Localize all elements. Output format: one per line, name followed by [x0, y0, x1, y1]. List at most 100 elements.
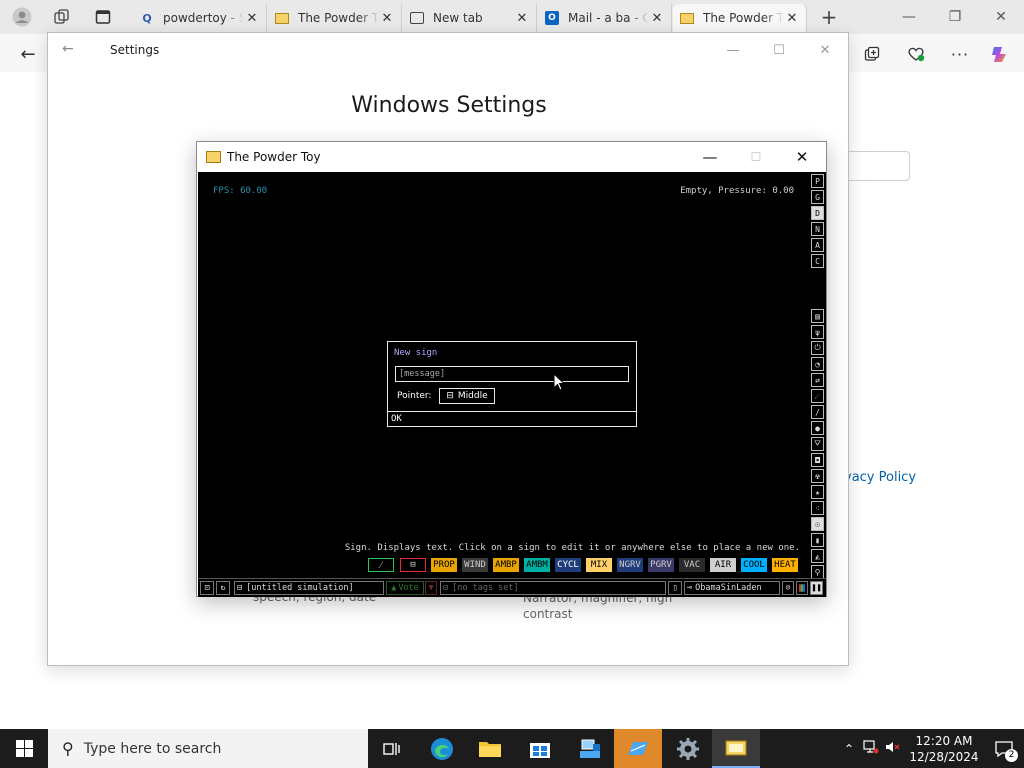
network-app-icon[interactable] [566, 729, 614, 768]
open-save-icon[interactable]: ⊡ [200, 581, 214, 595]
pause-button[interactable]: ❚❚ [810, 581, 823, 595]
profile-icon[interactable] [10, 5, 34, 29]
settings-icon[interactable]: ⊘ [782, 581, 794, 595]
ok-button[interactable]: OK [388, 411, 636, 427]
restore-button[interactable]: ❐ [932, 4, 978, 30]
element-button-air[interactable]: AIR [710, 558, 736, 572]
element-button-ambm[interactable]: AMBM [524, 558, 550, 572]
special-category-icon[interactable]: ★ [811, 485, 824, 499]
close-tab-icon[interactable]: ✕ [649, 11, 665, 26]
edge-icon[interactable] [418, 729, 466, 768]
tools-category-icon[interactable]: ☉ [811, 517, 824, 531]
start-button[interactable] [0, 729, 48, 768]
file-explorer-icon[interactable] [466, 729, 514, 768]
reload-icon[interactable]: ↻ [216, 581, 230, 595]
tab-powdertoy-search[interactable]: Q powdertoy - S ✕ [133, 4, 267, 32]
debug-display-button[interactable]: D [811, 206, 824, 220]
background-search-field[interactable] [846, 151, 910, 181]
tab-new-tab[interactable]: New tab ✕ [403, 4, 537, 32]
force-category-icon[interactable]: ⇄ [811, 373, 824, 387]
clock-date: 12/28/2024 [909, 749, 979, 764]
explosives-category-icon[interactable]: ☄ [811, 389, 824, 403]
notification-center-icon[interactable]: 2 [984, 740, 1024, 762]
clear-simulation-icon[interactable]: ▯ [668, 581, 682, 595]
minimize-button[interactable]: — [886, 4, 932, 30]
workspaces-icon[interactable] [50, 5, 74, 29]
pressure-display-button[interactable]: P [811, 174, 824, 188]
color-display-button[interactable]: C [811, 254, 824, 268]
close-tab-icon[interactable]: ✕ [784, 11, 800, 26]
task-view-icon[interactable] [368, 729, 416, 768]
element-button-cool[interactable]: COOL [741, 558, 767, 572]
back-arrow-icon[interactable]: ← [62, 41, 74, 57]
element-button-ngrv[interactable]: NGRV [617, 558, 643, 572]
element-button-wind[interactable]: WIND [462, 558, 488, 572]
solids-category-icon[interactable]: ◘ [811, 453, 824, 467]
settings-minimize-button[interactable]: — [710, 37, 756, 63]
element-button-mix[interactable]: MIX [586, 558, 612, 572]
collections-icon[interactable] [858, 40, 886, 68]
more-options-icon[interactable]: ··· [946, 40, 974, 68]
search-icon[interactable]: ⚲ [811, 565, 824, 579]
tab-actions-icon[interactable] [91, 5, 115, 29]
close-tab-icon[interactable]: ✕ [244, 11, 260, 26]
pointer-dropdown[interactable]: ⊟ Middle [439, 388, 495, 404]
element-button-vac[interactable]: VAC [679, 558, 705, 572]
ptoy-minimize-button[interactable]: — [687, 144, 733, 170]
pinned-app-icon[interactable] [614, 729, 662, 768]
electronics-category-icon[interactable]: ψ [811, 325, 824, 339]
vote-up-button[interactable]: ▲ Vote [386, 581, 424, 595]
powder-toy-taskbar-icon[interactable] [712, 729, 760, 768]
network-icon[interactable] [860, 740, 882, 757]
copilot-icon[interactable] [986, 40, 1014, 68]
wind-tool-icon[interactable]: ⁄ [368, 558, 394, 572]
clock[interactable]: 12:20 AM 12/28/2024 [904, 733, 984, 765]
sign-tool-icon[interactable]: ⊟ [400, 558, 426, 572]
settings-gear-icon[interactable] [664, 729, 712, 768]
volume-muted-icon[interactable] [882, 740, 904, 757]
sign-message-input[interactable]: [message] [395, 366, 629, 382]
vote-down-button[interactable]: ▼ [425, 581, 437, 595]
tool-hint-text: Sign. Displays text. Click on a sign to … [344, 543, 800, 553]
store-icon[interactable] [516, 729, 564, 768]
tags-button[interactable]: ⊟ [no tags set] [440, 581, 666, 595]
element-button-cycl[interactable]: CYCL [555, 558, 581, 572]
tab-mail[interactable]: O Mail - a ba - O ✕ [538, 4, 672, 32]
new-tab-button[interactable]: + [817, 5, 841, 29]
close-tab-icon[interactable]: ✕ [514, 11, 530, 26]
simulation-canvas[interactable]: FPS: 60.00 Empty, Pressure: 0.00 P G D N… [198, 172, 826, 597]
close-tab-icon[interactable]: ✕ [379, 11, 395, 26]
settings-close-button[interactable]: ✕ [802, 37, 848, 63]
element-button-pgrv[interactable]: PGRV [648, 558, 674, 572]
gases-category-icon[interactable]: ∕ [811, 405, 824, 419]
login-button[interactable]: ⊸ ObamaSinLaden [684, 581, 780, 595]
radioactive-category-icon[interactable]: ☢ [811, 469, 824, 483]
chevron-up-icon[interactable]: ⌃ [838, 742, 860, 756]
settings-maximize-button[interactable]: ☐ [756, 37, 802, 63]
element-button-prop[interactable]: PROP [431, 558, 457, 572]
powders-category-icon[interactable]: ⛛ [811, 437, 824, 451]
sensors-category-icon[interactable]: ◔ [811, 357, 824, 371]
browser-essentials-icon[interactable] [902, 40, 930, 68]
privacy-policy-link[interactable]: vacy Policy [844, 470, 916, 485]
close-browser-button[interactable]: ✕ [978, 4, 1024, 30]
renderer-icon[interactable] [796, 581, 808, 595]
favorites-category-icon[interactable]: ▮ [811, 533, 824, 547]
save-simulation-button[interactable]: ⊟ [untitled simulation] [234, 581, 384, 595]
gravity-display-button[interactable]: G [811, 190, 824, 204]
element-button-ambp[interactable]: AMBP [493, 558, 519, 572]
ptoy-maximize-button[interactable]: ☐ [733, 144, 779, 170]
tab-powder-toy-active[interactable]: The Powder To ✕ [673, 4, 807, 32]
powered-category-icon[interactable]: ⏻ [811, 341, 824, 355]
recent-category-icon[interactable]: ◭ [811, 549, 824, 563]
walls-category-icon[interactable]: ▤ [811, 309, 824, 323]
alt-display-button[interactable]: A [811, 238, 824, 252]
liquids-category-icon[interactable]: ● [811, 421, 824, 435]
element-button-heat[interactable]: HEAT [772, 558, 798, 572]
taskbar-search-box[interactable]: ⚲ Type here to search [48, 729, 368, 768]
tab-powder-toy-1[interactable]: The Powder To ✕ [268, 4, 402, 32]
back-arrow-icon[interactable]: ← [14, 40, 42, 68]
life-category-icon[interactable]: ⁖ [811, 501, 824, 515]
nothing-display-button[interactable]: N [811, 222, 824, 236]
ptoy-close-button[interactable]: ✕ [779, 144, 825, 170]
